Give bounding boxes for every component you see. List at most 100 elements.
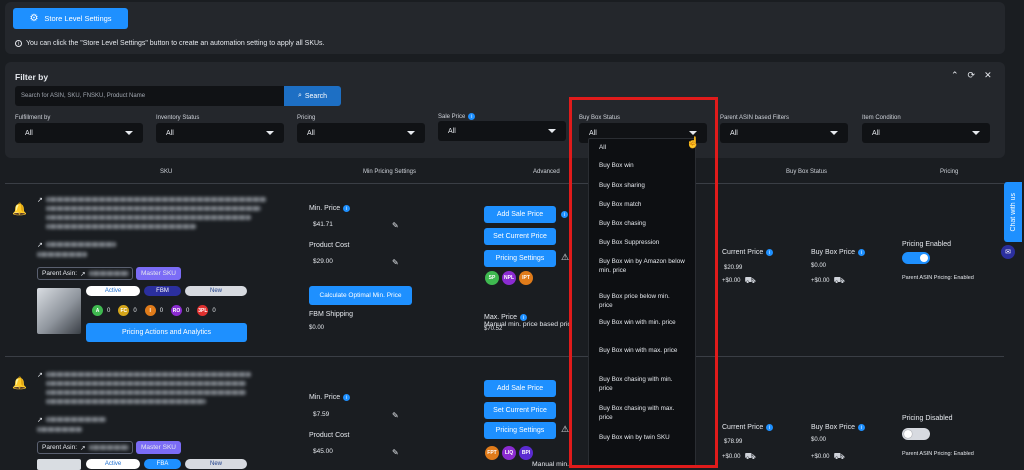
table-row: 🔔 ↗ ↗ Parent Asin: ↗ Master SKU Active F… xyxy=(0,358,1004,470)
add-sale-price-button[interactable]: Add Sale Price xyxy=(484,380,556,397)
external-link-icon: ↗ xyxy=(80,270,86,278)
refresh-icon[interactable]: ⟳ xyxy=(968,70,976,81)
truck-icon: ⛟ xyxy=(833,451,845,461)
info-icon: i xyxy=(766,249,774,256)
fbm-shipping-value: $0.00 xyxy=(309,325,325,331)
badge-3pl-count: 0 xyxy=(212,307,216,314)
item-condition-label: Item Condition xyxy=(862,115,901,121)
table-header: SKU Min Pricing Settings Advanced Buy Bo… xyxy=(0,166,1004,180)
bell-icon[interactable]: 🔔 xyxy=(12,376,27,390)
parent-asin-label: Parent Asin: xyxy=(42,444,78,451)
external-link-icon[interactable]: ↗ xyxy=(37,196,43,204)
badge-i-count: 0 xyxy=(159,307,164,314)
pricing-toggle[interactable] xyxy=(902,252,930,264)
info-icon: i xyxy=(857,424,865,431)
header-min-pricing: Min Pricing Settings xyxy=(363,169,417,175)
info-icon: i xyxy=(561,211,568,218)
current-price-label-text: Current Price xyxy=(722,249,764,256)
fulfillment-select[interactable]: All xyxy=(15,123,143,143)
status-badge: Active xyxy=(86,286,140,296)
sale-price-select[interactable]: All xyxy=(438,121,566,141)
inventory-label: Inventory Status xyxy=(156,115,200,121)
chat-bubble-icon[interactable]: ✉ xyxy=(1001,245,1015,259)
external-link-icon[interactable]: ↗ xyxy=(37,371,43,379)
parent-pricing-text: Parent ASIN Pricing: Enabled xyxy=(902,451,974,457)
search-input[interactable]: Search for ASIN, SKU, FNSKU, Product Nam… xyxy=(15,86,290,106)
parent-asin-filter-select[interactable]: All xyxy=(720,123,848,143)
item-condition-value: All xyxy=(872,129,880,137)
filter-panel: Filter by ⌃ ⟳ ✕ Search for ASIN, SKU, FN… xyxy=(5,62,1005,158)
calculate-min-price-button[interactable]: Calculate Optimal Min. Price xyxy=(309,286,412,305)
pricing-actions-button[interactable]: Pricing Actions and Analytics xyxy=(86,323,247,342)
search-button[interactable]: ⌕ Search xyxy=(284,86,341,106)
collapse-icon[interactable]: ⌃ xyxy=(951,70,959,81)
max-price-label: Max. Price i xyxy=(484,314,528,321)
set-current-price-button[interactable]: Set Current Price xyxy=(484,402,556,419)
current-shipping: +$0.00 ⛟ xyxy=(722,451,756,463)
pricing-settings-button[interactable]: Pricing Settings xyxy=(484,250,556,267)
pricing-state-label: Pricing Enabled xyxy=(902,241,952,248)
header-buy-box: Buy Box Status xyxy=(786,169,828,175)
close-icon[interactable]: ✕ xyxy=(984,70,992,81)
pencil-icon[interactable]: ✎ xyxy=(392,411,399,420)
pricing-state-label: Pricing Disabled xyxy=(902,415,953,422)
condition-badge: New xyxy=(185,459,247,469)
product-title-blurred xyxy=(46,390,246,395)
search-button-label: Search xyxy=(304,92,328,100)
product-cost-label: Product Cost xyxy=(309,242,350,249)
parent-pricing-text: Parent ASIN Pricing: Enabled xyxy=(902,275,974,281)
bell-icon[interactable]: 🔔 xyxy=(12,202,27,216)
current-shipping: +$0.00 ⛟ xyxy=(722,275,756,287)
item-condition-select[interactable]: All xyxy=(862,123,990,143)
current-price-label: Current Price i xyxy=(722,424,774,431)
master-sku-badge[interactable]: Master SKU xyxy=(136,441,181,454)
external-link-icon: ↗ xyxy=(80,444,86,452)
header-pricing: Pricing xyxy=(940,169,959,175)
product-cost-label: Product Cost xyxy=(309,432,350,439)
buybox-price-label-text: Buy Box Price xyxy=(811,249,855,256)
product-title-blurred xyxy=(46,215,251,220)
store-level-settings-button[interactable]: ⚙ Store Level Settings xyxy=(13,8,128,29)
parent-asin-chip[interactable]: Parent Asin: ↗ xyxy=(37,441,133,454)
external-link-icon[interactable]: ↗ xyxy=(37,416,43,424)
chevron-down-icon xyxy=(972,131,980,135)
master-sku-badge[interactable]: Master SKU xyxy=(136,267,181,280)
product-title-blurred xyxy=(46,197,266,202)
parent-asin-filter-value: All xyxy=(730,129,738,137)
set-current-price-button[interactable]: Set Current Price xyxy=(484,228,556,245)
pricing-select[interactable]: All xyxy=(297,123,425,143)
pricing-label: Pricing xyxy=(297,115,316,121)
add-sale-price-button[interactable]: Add Sale Price xyxy=(484,206,556,223)
badge-ro: RO xyxy=(171,305,183,316)
pricing-toggle[interactable] xyxy=(902,428,930,440)
pencil-icon[interactable]: ✎ xyxy=(392,221,399,230)
external-link-icon[interactable]: ↗ xyxy=(37,241,43,249)
sku-blurred xyxy=(37,252,87,257)
pencil-icon[interactable]: ✎ xyxy=(392,448,399,457)
store-level-settings-label: Store Level Settings xyxy=(44,14,112,23)
asin-blurred xyxy=(46,417,106,422)
chevron-down-icon xyxy=(407,131,415,135)
min-price-label: Min. Price i xyxy=(309,394,351,401)
info-icon: i xyxy=(343,394,351,401)
product-cost-value: $29.00 xyxy=(313,258,333,265)
chat-tab-label: Chat with us xyxy=(1009,192,1017,232)
info-circle-icon: i xyxy=(15,40,22,47)
chevron-down-icon xyxy=(266,131,274,135)
inventory-select[interactable]: All xyxy=(156,123,284,143)
parent-asin-chip[interactable]: Parent Asin: ↗ xyxy=(37,267,133,280)
pricing-settings-button[interactable]: Pricing Settings xyxy=(484,422,556,439)
badge-row: A0 FC 0 I0 RO 0 3PL 0 xyxy=(92,305,216,316)
pencil-icon[interactable]: ✎ xyxy=(392,258,399,267)
min-price-value: $41.71 xyxy=(313,221,333,228)
badge-sp: SP xyxy=(485,271,499,285)
buybox-shipping: +$0.00 ⛟ xyxy=(811,275,845,287)
store-info-text: You can click the "Store Level Settings"… xyxy=(26,40,325,47)
fulfillment-label: Fulfillment by xyxy=(15,115,51,121)
chevron-down-icon xyxy=(830,131,838,135)
chat-tab[interactable]: Chat with us xyxy=(1004,182,1022,242)
badge-a: A xyxy=(92,305,103,316)
warning-icon: ⚠ xyxy=(561,252,570,262)
buybox-price-label: Buy Box Price i xyxy=(811,424,865,431)
fulfillment-badge: FBM xyxy=(144,286,181,296)
